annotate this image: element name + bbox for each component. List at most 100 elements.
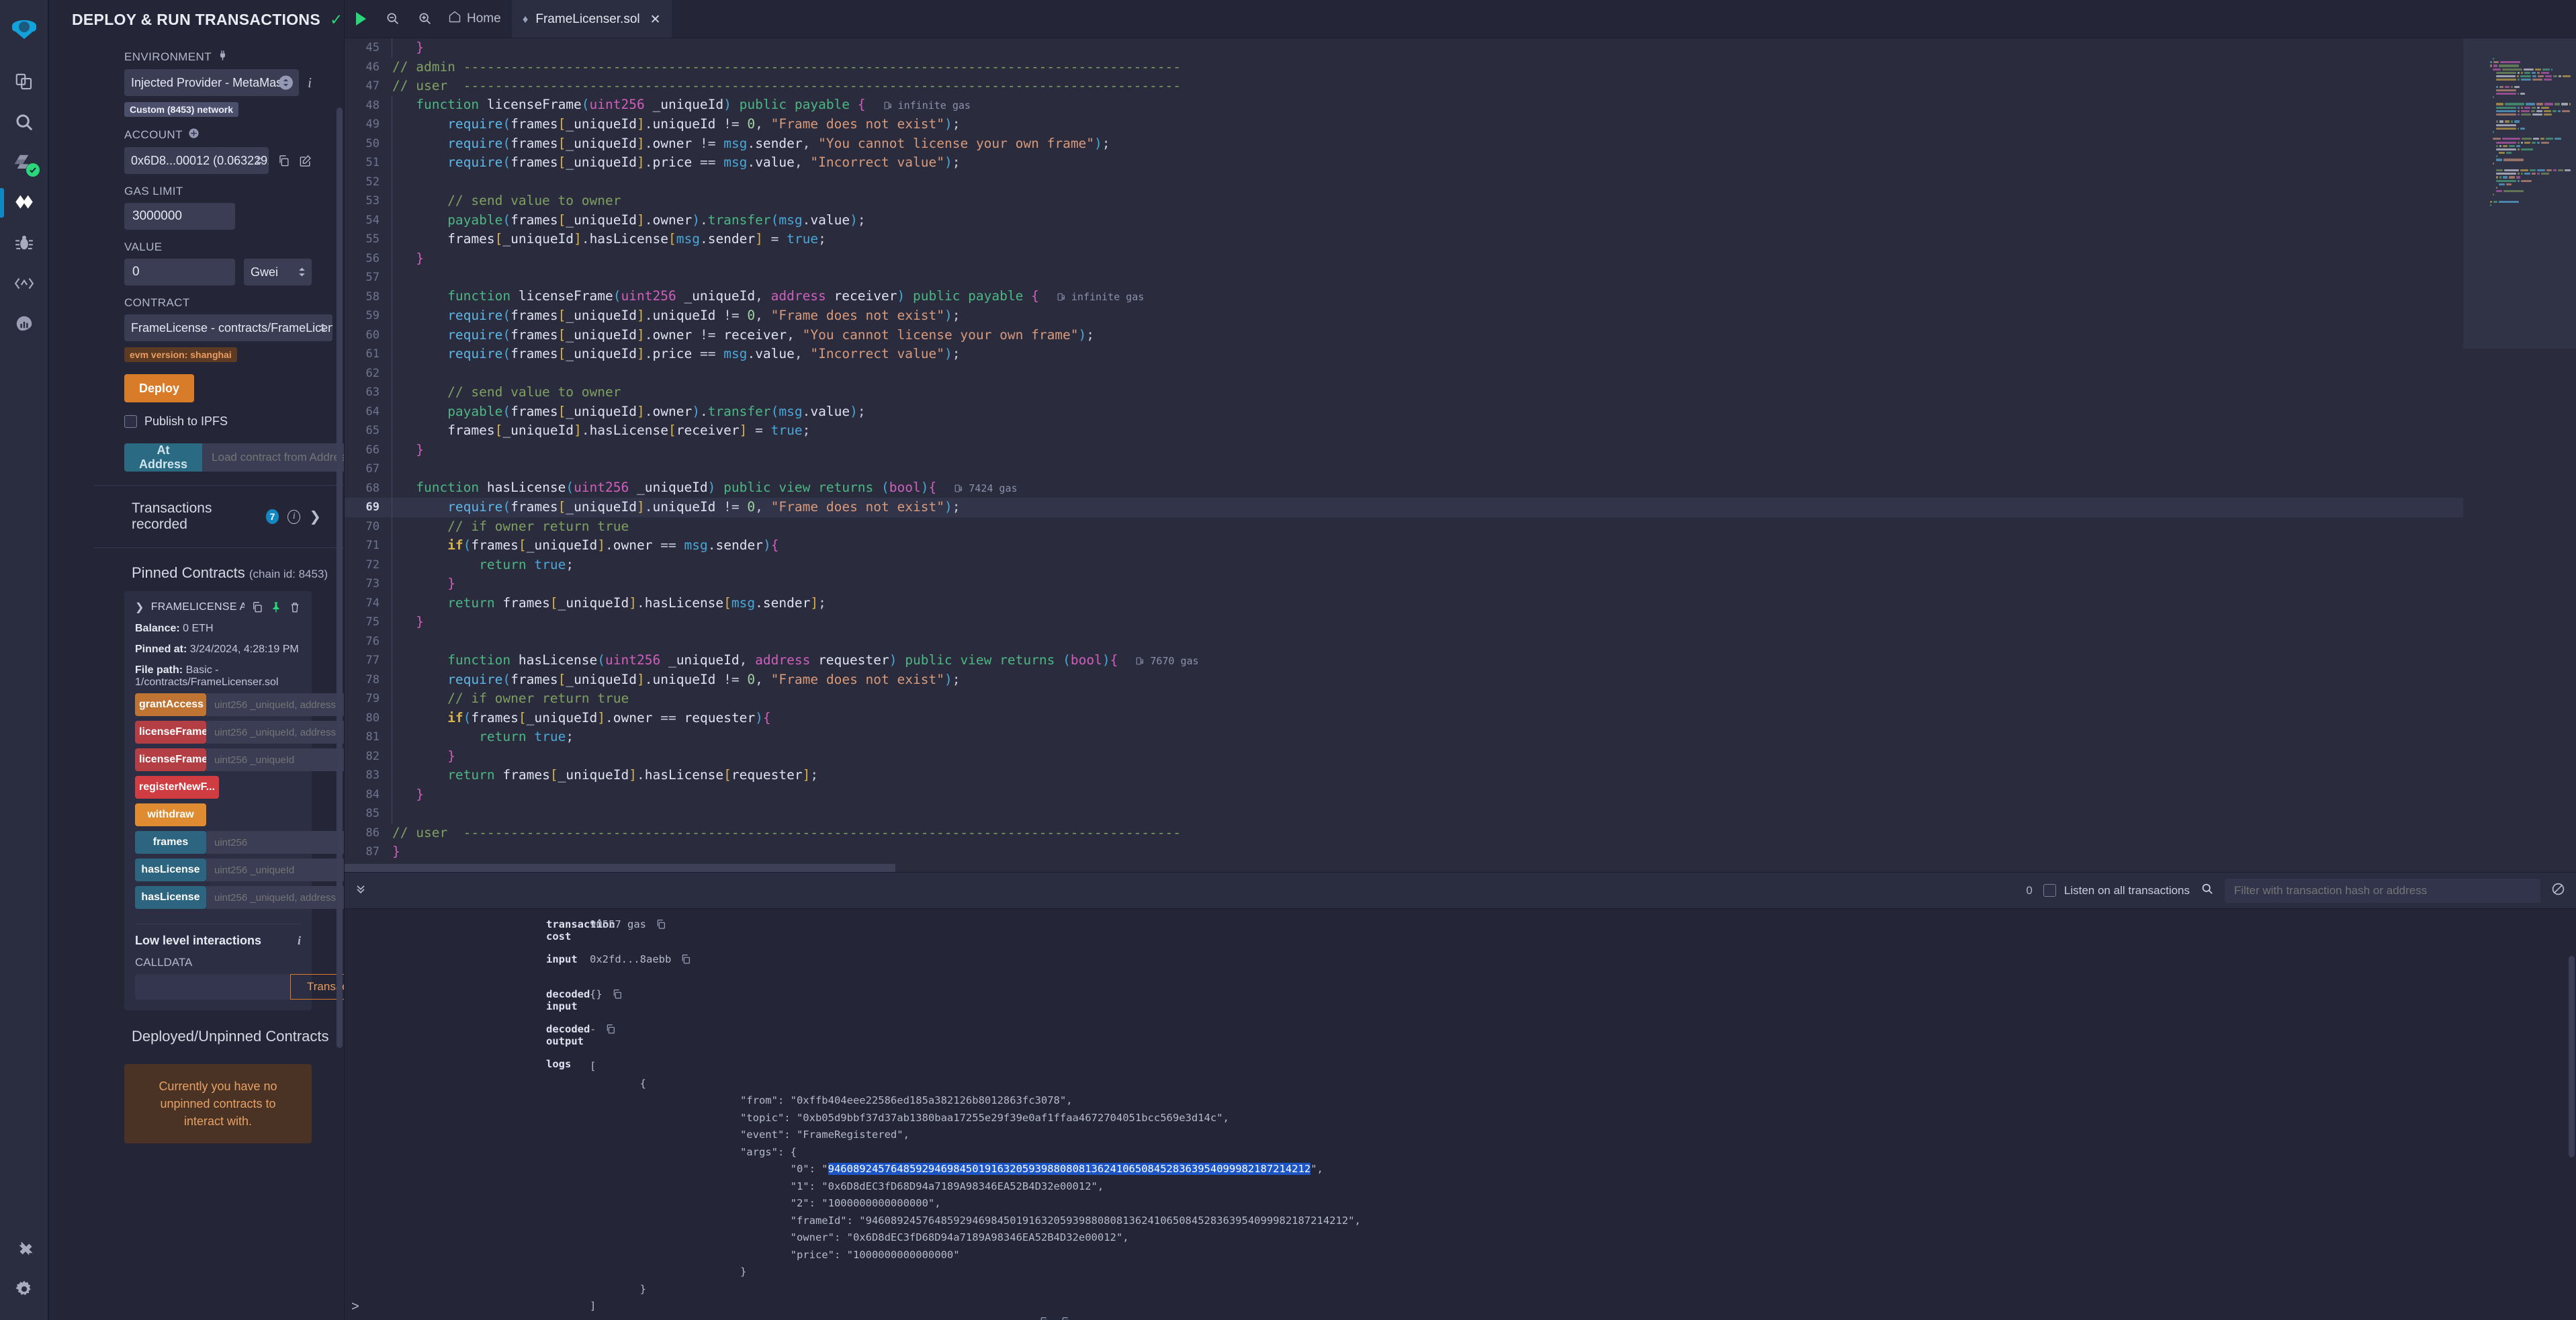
trash-icon[interactable] [289, 601, 301, 613]
function-button-withdraw[interactable]: withdraw [135, 803, 206, 826]
git-icon[interactable] [0, 263, 48, 304]
environment-select[interactable]: Injected Provider - MetaMask [124, 69, 300, 96]
pin-icon[interactable] [270, 601, 282, 613]
pinned-contract-header[interactable]: ❯ FRAMELICENSE AT 0XFFB...C3078 [135, 601, 301, 614]
editor-minimap[interactable] [2463, 38, 2576, 872]
contract-function-row: registerNewF... [135, 776, 301, 799]
minimap-token [2493, 68, 2501, 71]
function-args-input[interactable] [206, 859, 344, 881]
debugger-icon[interactable] [0, 223, 48, 263]
plugin-manager-icon[interactable] [0, 1229, 48, 1269]
minimap-token [2499, 144, 2501, 147]
tab-framelicenser-sol[interactable]: ♦ FrameLicenser.sol ✕ [511, 0, 672, 38]
gas-limit-input[interactable] [124, 203, 235, 230]
file-explorer-icon[interactable] [0, 62, 48, 102]
minimap-token [2541, 71, 2550, 74]
code-text: } [416, 614, 424, 629]
code-editor[interactable]: 45 } 46 // admin -------------------------… [345, 38, 2463, 872]
terminal-prompt[interactable]: > [351, 1299, 359, 1315]
function-button-licenseframe[interactable]: licenseFrame [135, 748, 206, 771]
plus-circle-icon[interactable] [188, 128, 199, 142]
function-button-haslicense[interactable]: hasLicense [135, 859, 206, 881]
search-icon[interactable] [0, 102, 48, 142]
info-icon[interactable]: i [287, 509, 301, 524]
play-icon[interactable] [345, 0, 377, 38]
value-amount-input[interactable] [124, 259, 235, 285]
minimap-token [2536, 103, 2543, 105]
function-args-input[interactable] [206, 831, 344, 854]
copy-icon[interactable] [1039, 1317, 1050, 1320]
copy-icon[interactable] [251, 601, 263, 613]
code-text: return frames[_uniqueId].hasLicense[requ… [447, 767, 819, 783]
function-args-input[interactable] [206, 748, 344, 771]
code-text: // user --------------------------------… [392, 824, 1181, 840]
home-tab[interactable]: Home [441, 0, 512, 38]
minimap-token [2499, 61, 2520, 64]
code-text: // if owner return true [392, 518, 629, 534]
contract-select[interactable]: FrameLicense - contracts/FrameLicens [124, 314, 332, 341]
zoom-in-icon[interactable] [409, 0, 441, 38]
transaction-filter-input[interactable] [2225, 878, 2540, 903]
publish-ipfs-checkbox[interactable] [124, 415, 137, 428]
remix-logo-icon[interactable] [0, 0, 48, 62]
load-contract-address-input[interactable] [202, 443, 344, 472]
code-text: if(frames[_uniqueId].owner == msg.sender… [447, 537, 779, 553]
terminal-panel: 0 Listen on all transactions transaction… [345, 872, 2576, 1320]
terminal-scrollbar[interactable] [2569, 956, 2575, 1157]
minimap-token [2495, 124, 2516, 126]
editor-horizontal-scrollbar[interactable] [345, 864, 895, 872]
chevron-updown-icon [279, 75, 294, 90]
account-select[interactable]: 0x6D8...00012 (0.0632291395 [124, 147, 269, 174]
copy-icon[interactable] [612, 989, 623, 1000]
ban-icon[interactable] [2551, 882, 2565, 899]
terminal-output[interactable]: transaction cost 90557 gas input 0x2fd...8a… [345, 909, 2576, 1320]
function-args-input[interactable] [206, 693, 344, 716]
panel-scrollbar[interactable] [337, 107, 343, 1048]
listen-all-transactions-checkbox[interactable] [2043, 884, 2056, 897]
transactions-recorded-row[interactable]: Transactions recorded 7 i ❯ [49, 486, 344, 547]
chevrons-down-icon[interactable] [354, 882, 367, 899]
function-button-haslicense[interactable]: hasLicense [135, 886, 206, 909]
copy-icon[interactable] [605, 1024, 616, 1035]
minimap-token [2543, 79, 2552, 81]
minimap-token [2493, 200, 2497, 203]
copy-icon[interactable] [656, 919, 666, 930]
function-args-input[interactable] [206, 721, 344, 744]
deploy-run-icon[interactable] [0, 183, 48, 223]
function-button-grantaccess[interactable]: grantAccess [135, 693, 206, 716]
function-button-frames[interactable]: frames [135, 831, 206, 854]
file-tab-label: FrameLicenser.sol [535, 12, 640, 26]
minimap-token [2495, 75, 2516, 78]
chevron-down-icon[interactable]: ❯ [135, 601, 144, 614]
copy-icon[interactable] [277, 155, 290, 167]
minimap-token [2520, 106, 2523, 109]
minimap-token [2557, 109, 2561, 112]
at-address-button[interactable]: At Address [124, 443, 203, 472]
zoom-out-icon[interactable] [377, 0, 409, 38]
settings-gear-icon[interactable] [0, 1269, 48, 1309]
line-number: 49 [365, 118, 380, 131]
minimap-token [2542, 68, 2550, 71]
edit-sign-icon[interactable] [299, 155, 312, 167]
calldata-input[interactable] [135, 974, 290, 1000]
environment-info-icon[interactable]: i [308, 75, 312, 91]
deploy-button[interactable]: Deploy [124, 374, 194, 402]
code-text: require(frames[_uniqueId].uniqueId != 0,… [447, 116, 961, 132]
minimap-token [2509, 144, 2516, 147]
solidity-compiler-icon[interactable] [0, 142, 48, 183]
search-icon[interactable] [2201, 882, 2214, 899]
function-button-licenseframe[interactable]: licenseFrame [135, 721, 206, 744]
chevron-right-icon[interactable]: ❯ [309, 509, 321, 525]
minimap-token [2499, 120, 2503, 123]
function-args-input[interactable] [206, 886, 344, 909]
line-number: 61 [365, 347, 380, 361]
analytics-icon[interactable] [0, 304, 48, 344]
close-icon[interactable]: ✕ [650, 12, 661, 28]
value-unit-select[interactable]: Gwei [244, 259, 312, 285]
code-line: 59 require(frames[_uniqueId].uniqueId !=… [345, 306, 2463, 326]
copy-all-icon[interactable] [1061, 1317, 1071, 1320]
info-icon[interactable]: i [298, 934, 301, 948]
function-button-registernewf[interactable]: registerNewF... [135, 776, 219, 799]
minimap-token [2536, 106, 2540, 109]
copy-icon[interactable] [680, 954, 691, 965]
